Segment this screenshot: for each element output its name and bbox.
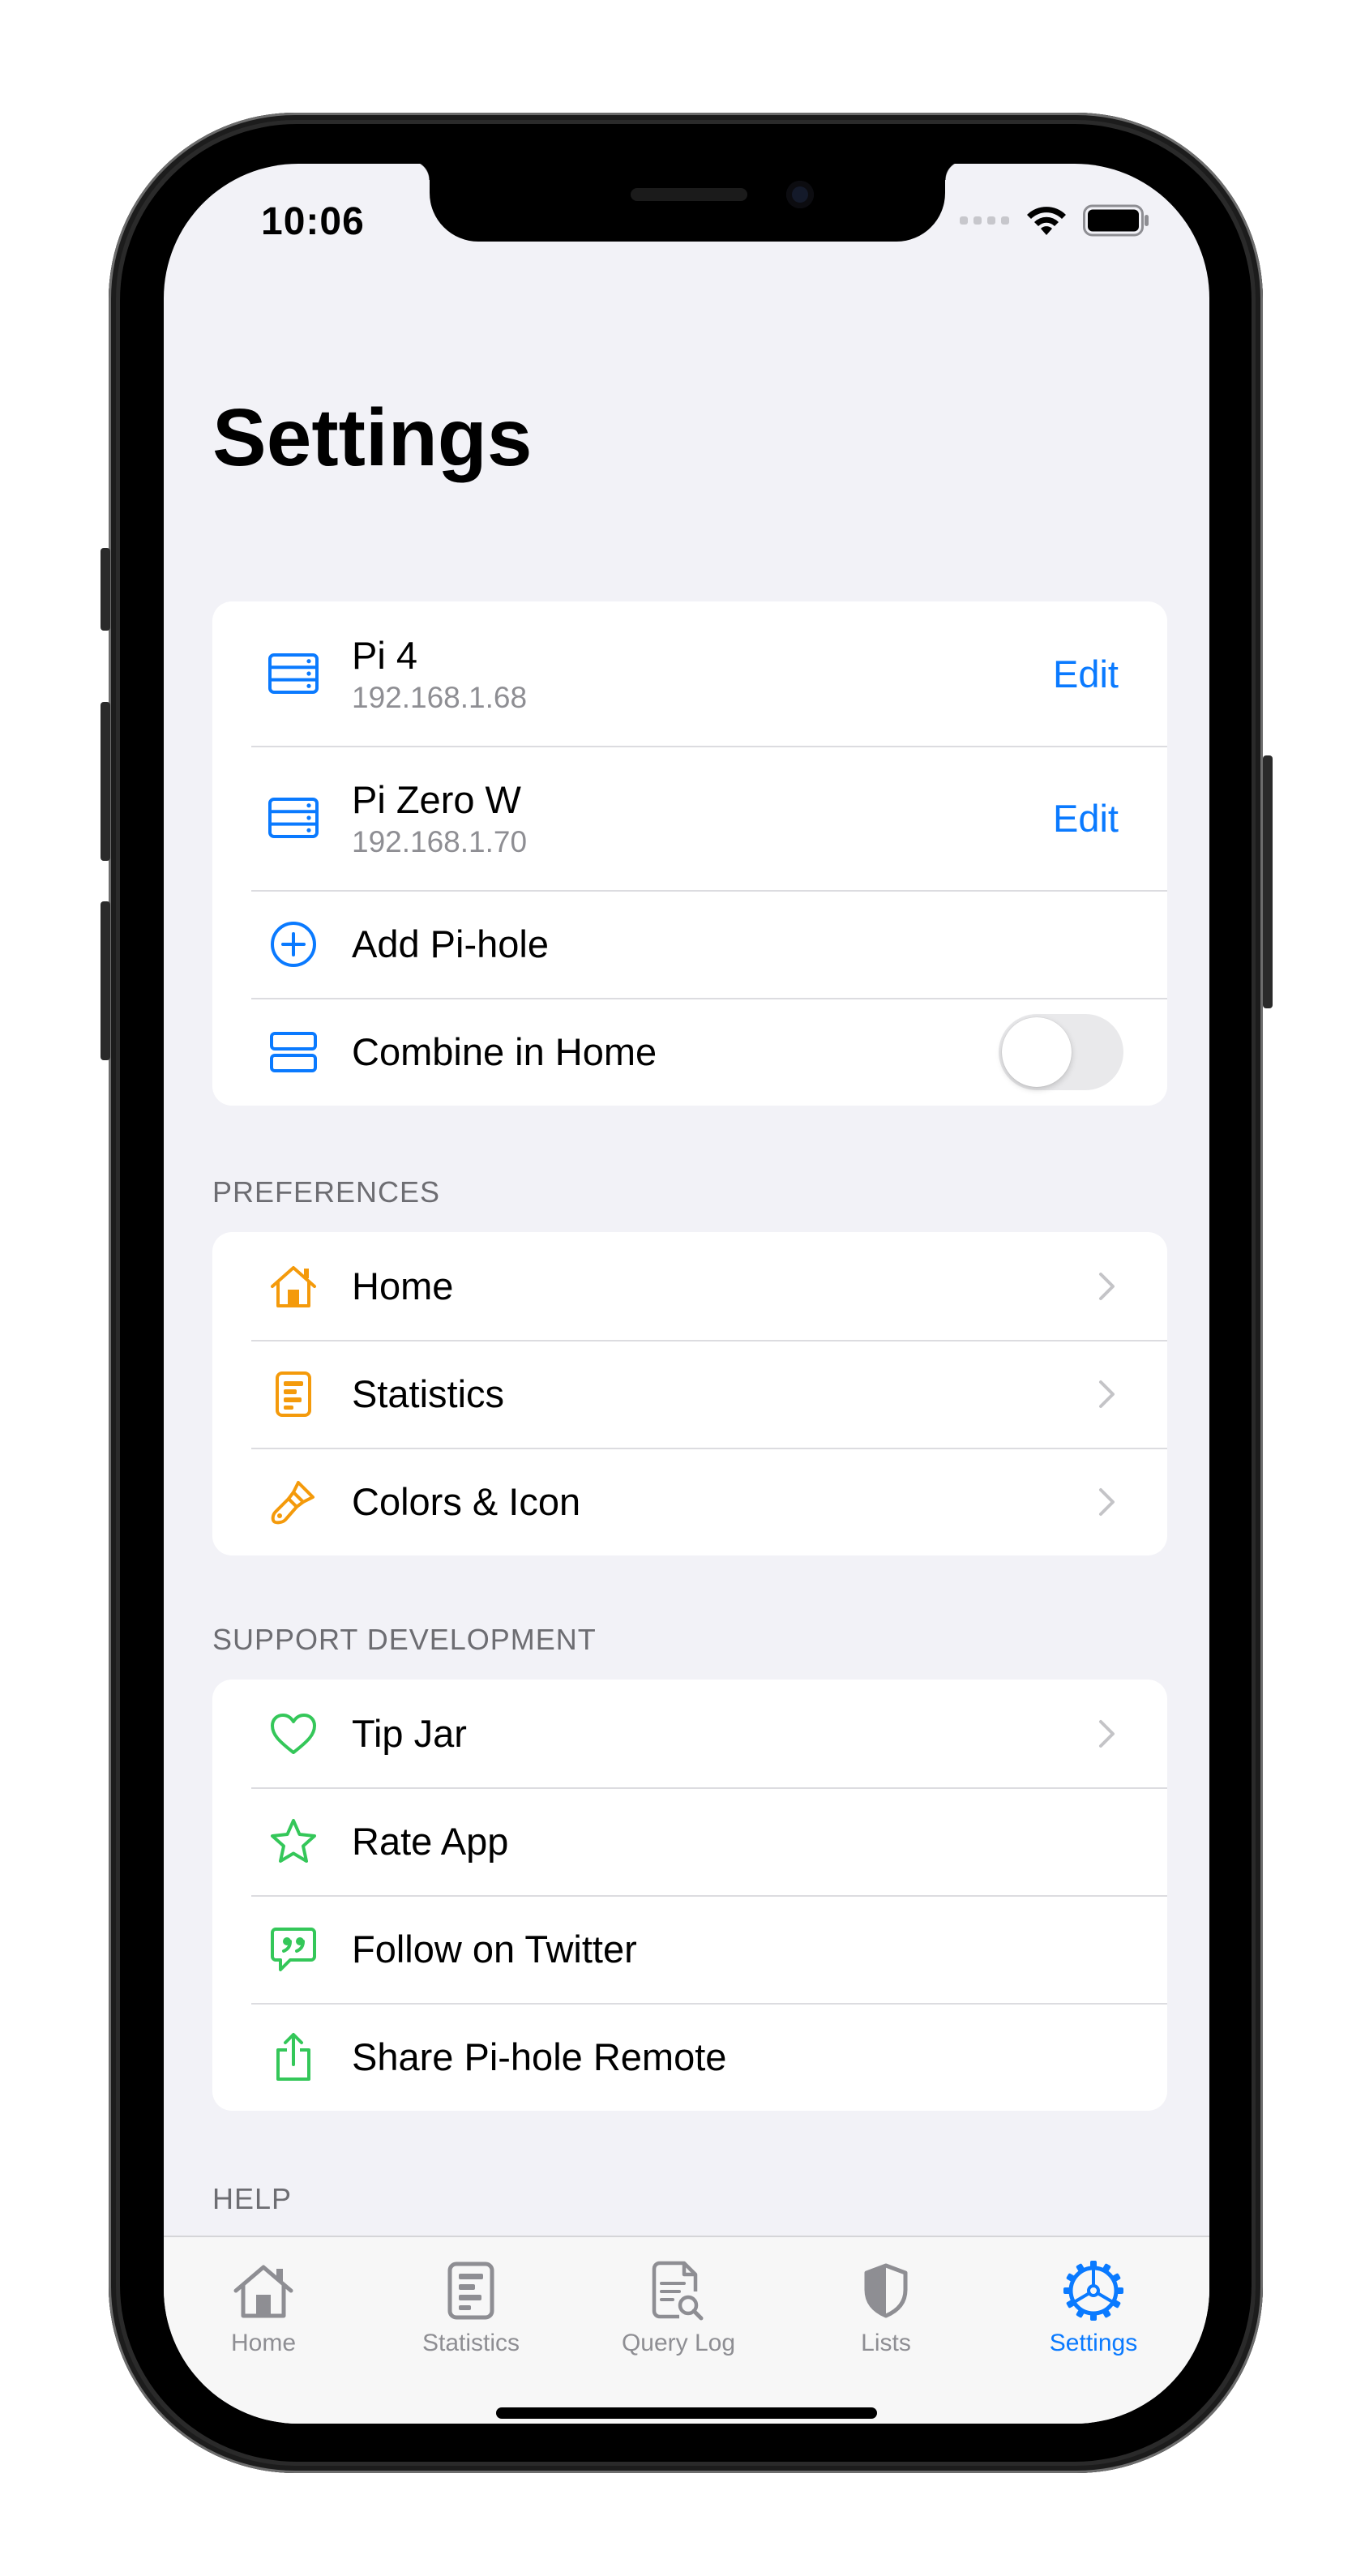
server-icon [267, 792, 319, 844]
share-icon [267, 2031, 319, 2083]
server-name: Pi 4 [352, 633, 417, 677]
edit-server-button[interactable]: Edit [1053, 796, 1119, 841]
support-item-tip-jar[interactable]: Tip Jar [212, 1680, 1167, 1787]
tab-label: Home [230, 2330, 297, 2356]
statistics-icon [267, 1368, 319, 1420]
support-section-header: SUPPORT DEVELOPMENT [212, 1623, 597, 1656]
support-item-share[interactable]: Share Pi-hole Remote [212, 2003, 1167, 2111]
tab-lists[interactable]: Lists [797, 2258, 975, 2357]
chevron-right-icon [1099, 1380, 1115, 1408]
chevron-right-icon [1099, 1487, 1115, 1516]
support-item-label: Share Pi-hole Remote [352, 2035, 727, 2078]
paintbrush-icon [267, 1476, 319, 1528]
volume-down-button [101, 901, 110, 1060]
server-name: Pi Zero W [352, 777, 521, 821]
add-pihole-button[interactable]: Add Pi-hole [212, 890, 1167, 998]
wifi-icon [1027, 207, 1066, 235]
tab-label: Lists [861, 2330, 911, 2356]
quote-bubble-icon [267, 1923, 319, 1975]
query-log-icon [646, 2258, 711, 2323]
support-item-label: Follow on Twitter [352, 1928, 637, 1971]
tab-statistics[interactable]: Statistics [382, 2258, 560, 2357]
toggle-knob [1002, 1016, 1072, 1087]
preferences-item-home[interactable]: Home [212, 1232, 1167, 1340]
heart-icon [267, 1708, 319, 1760]
server-address: 192.168.1.70 [352, 824, 528, 858]
preferences-group: Home Statistics Colors & Icon [212, 1232, 1167, 1555]
preferences-item-colors-icon[interactable]: Colors & Icon [212, 1448, 1167, 1555]
combine-in-home-label: Combine in Home [352, 1030, 657, 1073]
stacked-rectangles-icon [267, 1026, 319, 1078]
edit-server-button[interactable]: Edit [1053, 652, 1119, 696]
power-button [1263, 755, 1273, 1008]
page-title: Settings [212, 392, 533, 483]
combine-in-home-toggle[interactable] [999, 1013, 1123, 1090]
status-indicators [960, 204, 1149, 237]
house-icon [231, 2258, 296, 2323]
server-row[interactable]: Pi Zero W 192.168.1.70 Edit [212, 746, 1167, 890]
shield-icon [854, 2258, 918, 2323]
volume-up-button [101, 702, 110, 861]
status-time: 10:06 [261, 200, 365, 243]
support-item-label: Rate App [352, 1820, 509, 1863]
statistics-icon [439, 2258, 503, 2323]
preferences-item-label: Colors & Icon [352, 1480, 581, 1523]
notch [410, 164, 965, 242]
servers-group: Pi 4 192.168.1.68 Edit Pi Zero W 192.168… [212, 601, 1167, 1106]
support-group: Tip Jar Rate App Follow on Twitter Share… [212, 1680, 1167, 2111]
preferences-item-label: Statistics [352, 1372, 505, 1415]
preferences-item-statistics[interactable]: Statistics [212, 1340, 1167, 1448]
battery-icon [1083, 204, 1149, 237]
support-item-follow-twitter[interactable]: Follow on Twitter [212, 1895, 1167, 2003]
combine-in-home-row: Combine in Home [212, 998, 1167, 1106]
silent-switch [101, 548, 110, 631]
tab-query-log[interactable]: Query Log [589, 2258, 768, 2357]
tab-bar: Home Statistics Query Log Lists Settings [164, 2236, 1209, 2424]
support-item-rate-app[interactable]: Rate App [212, 1787, 1167, 1895]
phone-screen: 10:06 Settings Pi 4 192.168.1.68 Edit Pi… [164, 164, 1209, 2424]
server-address: 192.168.1.68 [352, 680, 528, 714]
server-icon [267, 648, 319, 700]
tab-settings[interactable]: Settings [1004, 2258, 1183, 2357]
support-item-label: Tip Jar [352, 1712, 467, 1755]
tab-label: Settings [1049, 2330, 1138, 2356]
add-pihole-label: Add Pi-hole [352, 922, 549, 965]
tab-label: Query Log [621, 2330, 736, 2356]
cellular-signal-icon [960, 216, 1009, 225]
gear-icon [1061, 2258, 1126, 2323]
chevron-right-icon [1099, 1272, 1115, 1300]
server-row[interactable]: Pi 4 192.168.1.68 Edit [212, 601, 1167, 746]
chevron-right-icon [1099, 1719, 1115, 1748]
earpiece-speaker [631, 188, 747, 201]
house-icon [267, 1260, 319, 1312]
help-section-header: HELP [212, 2182, 293, 2215]
front-camera [786, 181, 814, 208]
star-icon [267, 1816, 319, 1868]
preferences-item-label: Home [352, 1264, 454, 1307]
add-circle-icon [267, 918, 319, 970]
tab-home[interactable]: Home [174, 2258, 353, 2357]
home-indicator [496, 2407, 877, 2419]
preferences-section-header: PREFERENCES [212, 1175, 441, 1209]
tab-label: Statistics [421, 2330, 520, 2356]
